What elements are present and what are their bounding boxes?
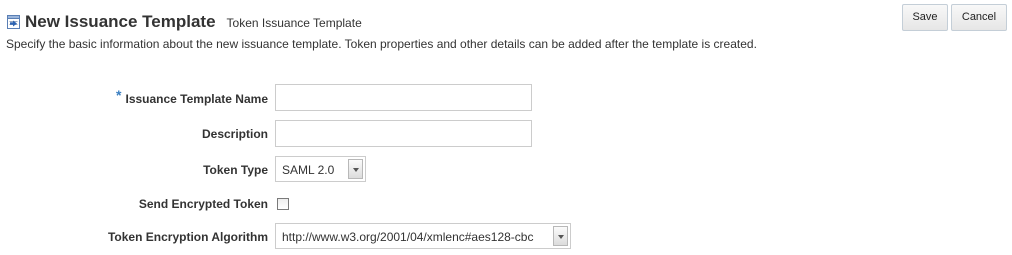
page-description: Specify the basic information about the … — [6, 37, 757, 51]
required-indicator: * — [116, 87, 122, 103]
send-encrypted-token-checkbox[interactable] — [277, 198, 289, 210]
page-title: New Issuance Template — [25, 12, 216, 31]
issuance-template-name-input[interactable] — [275, 84, 532, 111]
chevron-down-icon[interactable] — [553, 226, 568, 246]
template-document-icon — [6, 14, 22, 30]
chevron-down-icon[interactable] — [348, 159, 363, 179]
description-input[interactable] — [275, 120, 532, 147]
token-encryption-algorithm-label: Token Encryption Algorithm — [107, 230, 268, 244]
new-issuance-template-page: New Issuance Template Token Issuance Tem… — [0, 0, 1012, 255]
token-type-label: Token Type — [203, 163, 268, 177]
description-label: Description — [201, 127, 268, 141]
token-type-selected-value: SAML 2.0 — [282, 163, 335, 177]
page-subtitle: Token Issuance Template — [226, 16, 362, 30]
page-header: New Issuance Template Token Issuance Tem… — [6, 11, 362, 33]
send-encrypted-token-label: Send Encrypted Token — [138, 197, 268, 211]
save-button[interactable]: Save — [902, 4, 948, 31]
token-type-select[interactable]: SAML 2.0 — [275, 156, 366, 182]
cancel-button[interactable]: Cancel — [951, 4, 1007, 31]
token-encryption-algorithm-select[interactable]: http://www.w3.org/2001/04/xmlenc#aes128-… — [275, 223, 571, 249]
issuance-template-name-label-text: Issuance Template Name — [125, 92, 268, 106]
issuance-template-name-label: * Issuance Template Name — [116, 87, 268, 106]
token-encryption-algorithm-selected-value: http://www.w3.org/2001/04/xmlenc#aes128-… — [282, 230, 534, 244]
